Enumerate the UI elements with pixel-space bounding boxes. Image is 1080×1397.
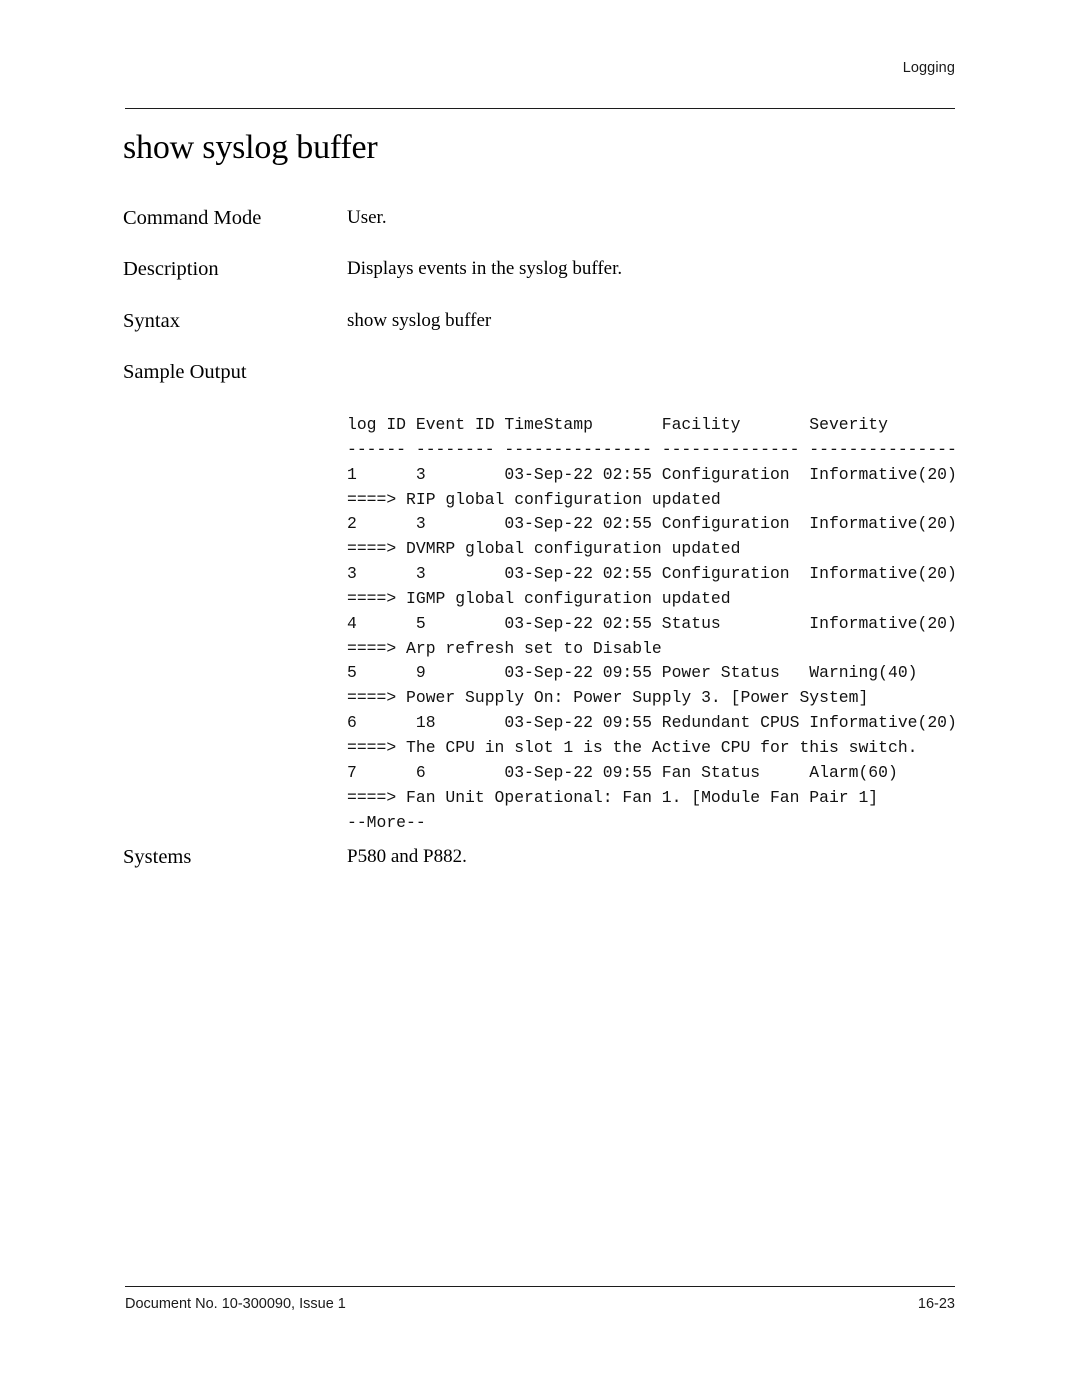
sample-output-detail-row: ====> IGMP global configuration updated (347, 588, 731, 608)
sample-output-header-row: log ID Event ID TimeStamp Facility Sever… (347, 415, 888, 434)
definition-label: Sample Output (123, 361, 247, 383)
sample-output-separator-row: ------ -------- --------------- --------… (347, 439, 957, 459)
definition-value: P580 and P882. (347, 846, 467, 867)
definition-label: Syntax (123, 310, 180, 332)
document-page: Logging show syslog buffer Command Mode … (0, 0, 1080, 1397)
footer-document-number: Document No. 10-300090, Issue 1 (125, 1296, 346, 1312)
sample-output-entry-row: 3 3 03-Sep-22 02:55 Configuration Inform… (347, 564, 957, 584)
sample-output-block: log ID Event ID TimeStamp Facility Sever… (347, 413, 957, 835)
sample-output-detail-row: ====> The CPU in slot 1 is the Active CP… (347, 737, 918, 757)
sample-output-entry-row: 4 5 03-Sep-22 02:55 Status Informative(2… (347, 613, 957, 633)
sample-output-entry-row: 6 18 03-Sep-22 09:55 Redundant CPUS Info… (347, 713, 957, 733)
definition-label: Command Mode (123, 207, 262, 229)
sample-output-detail-row: ====> RIP global configuration updated (347, 489, 721, 509)
sample-output-detail-row: ====> Power Supply On: Power Supply 3. [… (347, 688, 869, 708)
sample-output-entry-row: 5 9 03-Sep-22 09:55 Power Status Warning… (347, 663, 918, 683)
footer-rule (125, 1286, 955, 1287)
footer-page-number: 16-23 (917, 1296, 955, 1312)
header-rule (125, 108, 955, 109)
definition-label: Description (123, 258, 219, 280)
definition-label: Systems (123, 846, 192, 868)
sample-output-entry-row: 2 3 03-Sep-22 02:55 Configuration Inform… (347, 514, 957, 534)
sample-output-entry-row: 7 6 03-Sep-22 09:55 Fan Status Alarm(60) (347, 762, 898, 782)
sample-output-entry-row: 1 3 03-Sep-22 02:55 Configuration Inform… (347, 464, 957, 484)
sample-output-detail-row: ====> Fan Unit Operational: Fan 1. [Modu… (347, 787, 879, 807)
definition-value: Displays events in the syslog buffer. (347, 258, 623, 279)
page-title: show syslog buffer (123, 129, 378, 166)
sample-output-more-prompt: --More-- (347, 812, 426, 832)
sample-output-detail-row: ====> Arp refresh set to Disable (347, 638, 662, 658)
sample-output-detail-row: ====> DVMRP global configuration updated (347, 539, 741, 559)
definition-value: show syslog buffer (347, 310, 492, 331)
running-header: Logging (902, 60, 955, 76)
definition-value: User. (347, 207, 387, 228)
